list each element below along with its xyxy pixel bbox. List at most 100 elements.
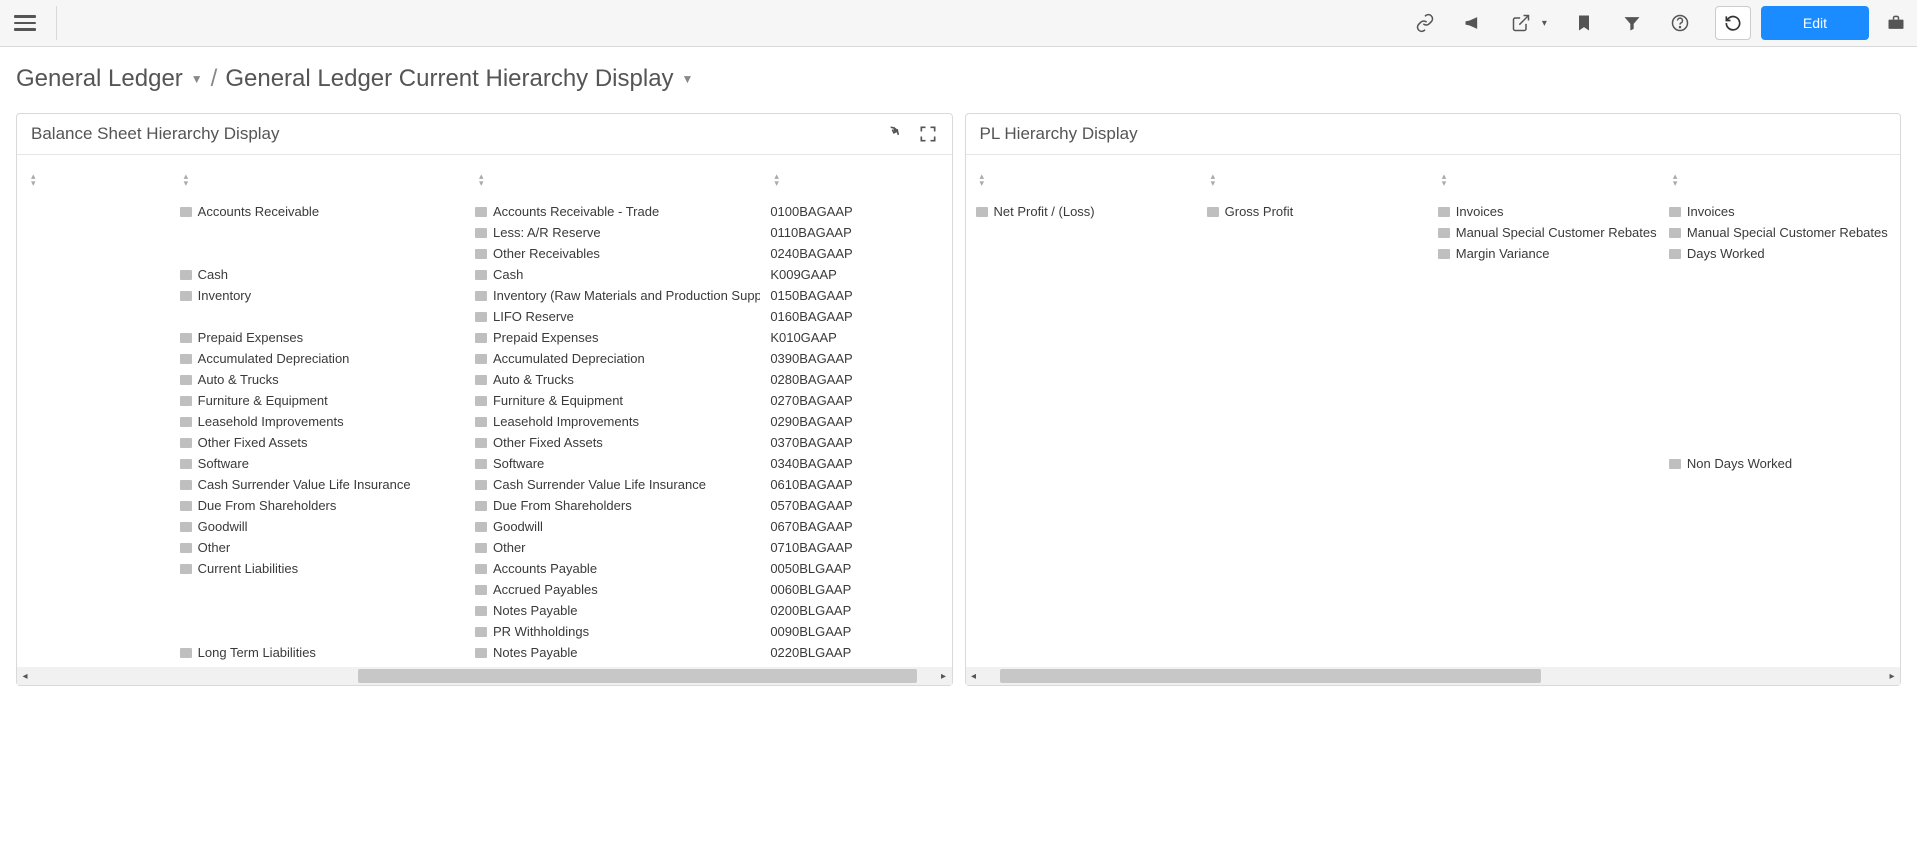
cell-label: Accrued Payables [493, 582, 598, 597]
panel-title: PL Hierarchy Display [980, 124, 1138, 144]
balance-sheet-table[interactable]: Accounts Receivable..CashInventory.Prepa… [17, 155, 952, 667]
tag-icon [1669, 249, 1681, 259]
tag-icon [475, 228, 487, 238]
edit-button[interactable]: Edit [1761, 6, 1869, 40]
code-cell: 0160BAGAAP [770, 306, 941, 327]
bs-col1 [27, 173, 170, 663]
pl-table[interactable]: Net Profit / (Loss) Gross Profit Invoice… [966, 155, 1901, 667]
tag-icon [475, 459, 487, 469]
tag-icon [475, 270, 487, 280]
refresh-panel-icon[interactable] [884, 124, 904, 144]
scroll-right-icon[interactable]: ▸ [1884, 671, 1900, 682]
bs-col2: Accounts Receivable..CashInventory.Prepa… [180, 173, 465, 663]
briefcase-icon[interactable] [1885, 12, 1907, 34]
cell: Invoices [1669, 201, 1890, 222]
refresh-button[interactable] [1715, 6, 1751, 40]
tag-icon [475, 354, 487, 364]
cell-label: Leasehold Improvements [493, 414, 639, 429]
cell-label: Days Worked [1687, 246, 1765, 261]
cell: Prepaid Expenses [475, 327, 760, 348]
cell: Leasehold Improvements [475, 411, 760, 432]
sort-icon[interactable] [1211, 173, 1221, 189]
divider [56, 6, 57, 40]
cell: Accrued Payables [475, 579, 760, 600]
tag-icon [475, 312, 487, 322]
help-icon[interactable] [1669, 12, 1691, 34]
sort-icon[interactable] [184, 173, 194, 189]
cell: Margin Variance [1438, 243, 1659, 264]
code-cell: 0090BLGAAP [770, 621, 941, 642]
sort-icon[interactable] [479, 173, 489, 189]
sort-icon[interactable] [980, 173, 990, 189]
megaphone-icon[interactable] [1462, 12, 1484, 34]
cell: Other Receivables [475, 243, 760, 264]
sort-icon[interactable] [1673, 173, 1683, 189]
code-cell: 0570BAGAAP [770, 495, 941, 516]
cell: Manual Special Customer Rebates [1669, 222, 1890, 243]
breadcrumb-page-caret-icon[interactable]: ▼ [682, 72, 694, 86]
tag-icon [180, 543, 192, 553]
cell: Inventory [180, 285, 465, 306]
sort-icon[interactable] [31, 173, 41, 189]
filter-icon[interactable] [1621, 12, 1643, 34]
cell-label: Accounts Receivable [198, 204, 319, 219]
cell: Other Fixed Assets [475, 432, 760, 453]
cell: Due From Shareholders [475, 495, 760, 516]
tag-icon [475, 648, 487, 658]
cell-label: Accounts Payable [493, 561, 597, 576]
export-icon[interactable] [1510, 12, 1532, 34]
tag-icon [180, 480, 192, 490]
panel-header: PL Hierarchy Display [966, 114, 1901, 155]
expand-panel-icon[interactable] [918, 124, 938, 144]
code-cell: 0150BAGAAP [770, 285, 941, 306]
cell-label: Manual Special Customer Rebates [1687, 225, 1888, 240]
cell-label: Other Receivables [493, 246, 600, 261]
scroll-right-icon[interactable]: ▸ [936, 671, 952, 682]
bookmark-icon[interactable] [1573, 12, 1595, 34]
breadcrumb-root[interactable]: General Ledger [16, 65, 183, 93]
cell-label: Manual Special Customer Rebates [1456, 225, 1657, 240]
link-icon[interactable] [1414, 12, 1436, 34]
tag-icon [180, 333, 192, 343]
h-scrollbar[interactable]: ◂ ▸ [17, 667, 952, 685]
cell: Less: A/R Reserve [475, 222, 760, 243]
code-cell: 0110BAGAAP [770, 222, 941, 243]
hamburger-menu-icon[interactable] [10, 8, 40, 38]
tag-icon [180, 207, 192, 217]
tag-icon [1669, 228, 1681, 238]
bs-col3: Accounts Receivable - Trade Less: A/R Res… [475, 173, 760, 663]
tag-icon [976, 207, 988, 217]
pl-col3: InvoicesManual Special Customer RebatesM… [1438, 173, 1659, 657]
code-cell: K009GAAP [770, 264, 941, 285]
cell: Current Liabilities [180, 558, 465, 579]
cell: Accounts Receivable - Trade [475, 201, 760, 222]
cell: Prepaid Expenses [180, 327, 465, 348]
cell: Accumulated Depreciation [180, 348, 465, 369]
tag-icon [180, 501, 192, 511]
scroll-left-icon[interactable]: ◂ [17, 671, 33, 682]
cell: Accounts Payable [475, 558, 760, 579]
tag-icon [180, 417, 192, 427]
sort-icon[interactable] [774, 173, 784, 189]
scroll-left-icon[interactable]: ◂ [966, 671, 982, 682]
cell: Furniture & Equipment [475, 390, 760, 411]
tag-icon [180, 522, 192, 532]
cell-label: Auto & Trucks [198, 372, 279, 387]
cell-label: Cash [493, 267, 523, 282]
h-scrollbar[interactable]: ◂ ▸ [966, 667, 1901, 685]
breadcrumb-page[interactable]: General Ledger Current Hierarchy Display [225, 65, 673, 93]
sort-icon[interactable] [1442, 173, 1452, 189]
cell-label: Notes Payable [493, 645, 578, 660]
panel-header: Balance Sheet Hierarchy Display [17, 114, 952, 155]
bs-col4: 0100BAGAAP0110BAGAAP0240BAGAAPK009GAAP01… [770, 173, 941, 663]
cell-label: Cash Surrender Value Life Insurance [198, 477, 411, 492]
cell-label: Accumulated Depreciation [493, 351, 645, 366]
tag-icon [1438, 249, 1450, 259]
tag-icon [475, 249, 487, 259]
export-dropdown-caret-icon[interactable]: ▾ [1542, 18, 1547, 29]
cell-label: Accounts Receivable - Trade [493, 204, 659, 219]
breadcrumb-root-caret-icon[interactable]: ▼ [191, 72, 203, 86]
cell: Notes Payable [475, 642, 760, 663]
cell: Other Fixed Assets [180, 432, 465, 453]
tag-icon [475, 585, 487, 595]
